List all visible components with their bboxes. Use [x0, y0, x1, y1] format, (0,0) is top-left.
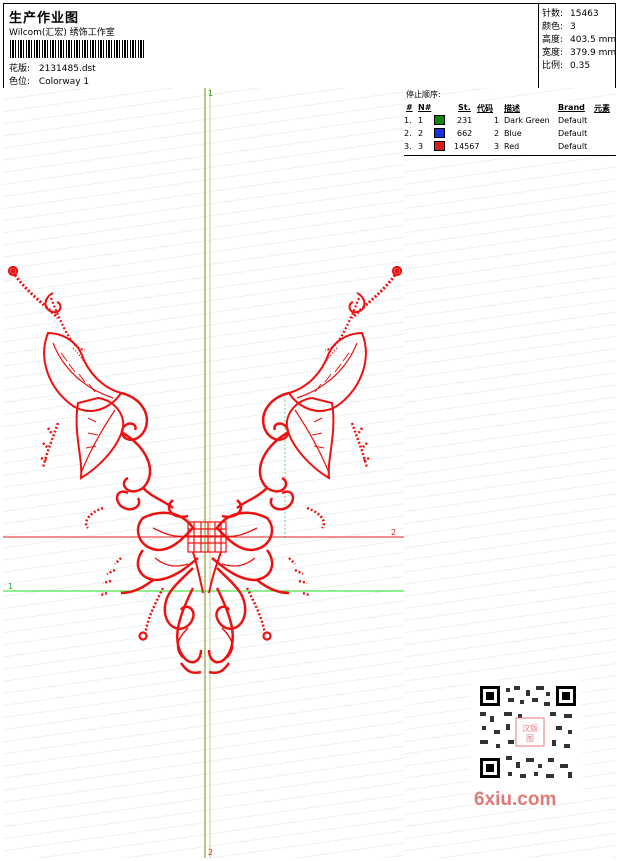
- color-swatch: [434, 115, 445, 125]
- stats-box: 针数: 15463 颜色: 3 高度: 403.5 mm 宽度: 379.9 mm 比例…: [538, 3, 616, 89]
- design-file-row: 花版: 2131485.dst: [9, 61, 96, 74]
- axis-label-red: 2: [391, 528, 397, 537]
- barcode: [10, 40, 144, 58]
- color-swatch: [434, 141, 445, 151]
- axis-label-green: 1: [8, 582, 14, 591]
- stat-colors: 颜色: 3: [542, 22, 576, 32]
- company-name: Wilcom(汇宏) 绣饰工作室: [9, 28, 115, 38]
- color-swatch: [434, 128, 445, 138]
- axis-label-bottom: 2: [208, 848, 214, 857]
- stop-sequence-heading: 停止顺序:: [406, 90, 441, 99]
- col-header: Brand: [558, 103, 585, 112]
- design-preview: 1 2 2 1: [3, 88, 405, 858]
- embroidery-wing-left: [7, 265, 203, 675]
- qr-code: 汉版 图: [470, 680, 582, 798]
- col-header: St.: [458, 103, 471, 112]
- colorway-value: Colorway 1: [38, 77, 90, 87]
- page-title: 生产作业图: [9, 11, 80, 26]
- stop-sequence-table: # N# St. 代码 描述 Brand 元素 1. 1 231 1 Dark …: [404, 101, 616, 156]
- col-header: 描述: [504, 104, 520, 113]
- svg-text:汉版: 汉版: [522, 723, 538, 733]
- stat-scale: 比例: 0.35: [542, 61, 591, 71]
- col-header: 代码: [477, 104, 493, 113]
- watermark: 6xiu.com: [474, 789, 557, 810]
- colorway-row: 色位: Colorway 1: [9, 74, 89, 87]
- stat-width: 宽度: 379.9 mm: [542, 48, 617, 58]
- colorway-label: 色位:: [9, 77, 31, 87]
- axis-label-top: 1: [208, 89, 214, 98]
- design-file-value: 2131485.dst: [38, 64, 96, 74]
- design-file-label: 花版:: [9, 64, 31, 74]
- embroidery-drawing: [3, 88, 404, 858]
- col-header: N#: [418, 103, 432, 112]
- col-header: #: [406, 103, 413, 112]
- stat-stitches: 针数: 15463: [542, 9, 599, 19]
- stat-height: 高度: 403.5 mm: [542, 35, 617, 45]
- col-header: 元素: [594, 104, 610, 113]
- svg-text:图: 图: [526, 734, 534, 743]
- header-section: 生产作业图 Wilcom(汇宏) 绣饰工作室 花版: 2131485.dst 色…: [3, 3, 616, 89]
- embroidery-wing-right: [207, 265, 403, 675]
